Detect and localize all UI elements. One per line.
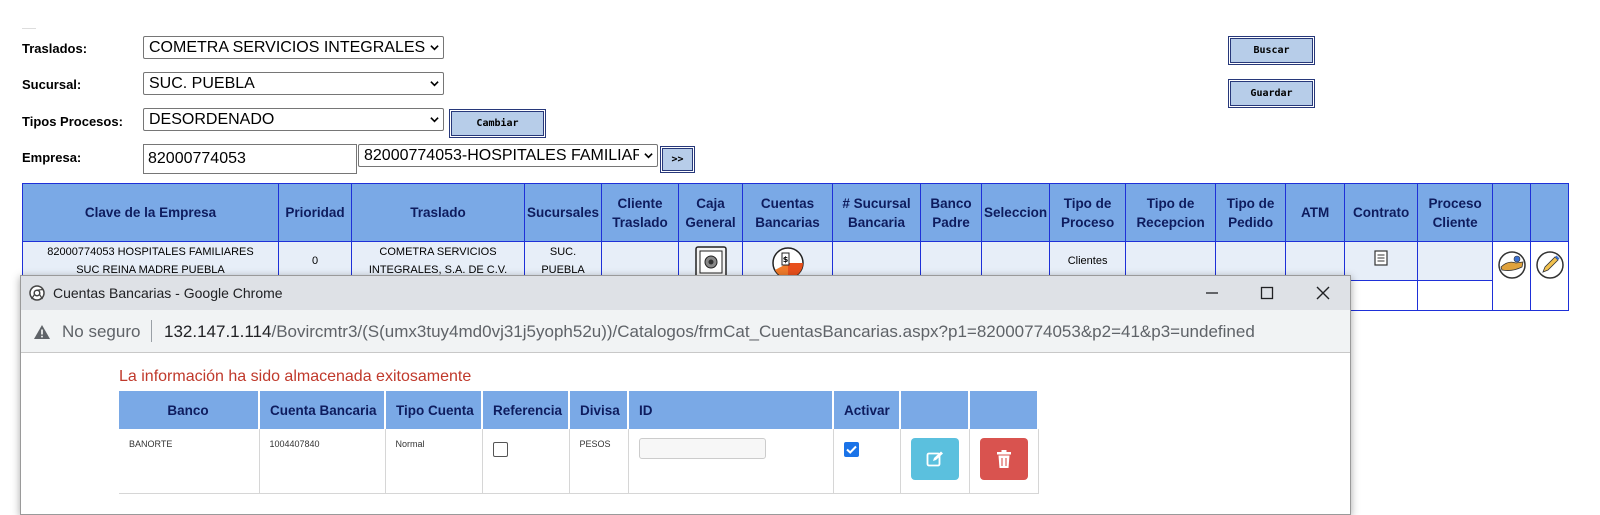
- traslados-select[interactable]: COMETRA SERVICIOS INTEGRALES: [143, 36, 444, 59]
- chevron-down-icon: [644, 153, 653, 159]
- cell-delete: [969, 429, 1039, 494]
- header-sucursales: Sucursales: [523, 183, 603, 242]
- cell-activar: [833, 429, 901, 494]
- cell-tipo: Normal: [385, 429, 483, 494]
- buscar-button[interactable]: Buscar: [1228, 36, 1315, 65]
- edit-pencil-icon[interactable]: [1534, 250, 1566, 280]
- header-tipo-pedido: Tipo de Pedido: [1215, 183, 1287, 242]
- empresa-input[interactable]: 82000774053: [143, 144, 357, 174]
- url-text[interactable]: 132.147.1.114/Bovircmtr3/(S(umx3tuy4md0v…: [164, 322, 1255, 342]
- close-icon[interactable]: [1316, 286, 1330, 300]
- go-button[interactable]: >>: [660, 146, 695, 173]
- cell-action-1[interactable]: [1492, 241, 1532, 311]
- header-proceso-cliente: Proceso Cliente: [1417, 183, 1494, 242]
- cell-cuenta: 1004407840: [259, 429, 386, 494]
- header-atm: ATM: [1285, 183, 1346, 242]
- popup-content: La información ha sido almacenada exitos…: [21, 354, 1350, 514]
- header-cuenta-bancaria: Cuenta Bancaria: [259, 391, 386, 429]
- header-tipo-proceso: Tipo de Proceso: [1049, 183, 1127, 242]
- header-tipo-cuenta: Tipo Cuenta: [385, 391, 483, 429]
- cuentas-bancarias-window: Cuentas Bancarias - Google Chrome No seg…: [20, 275, 1351, 515]
- security-label: No seguro: [62, 322, 141, 341]
- header-caja-general: Caja General: [678, 183, 744, 242]
- document-icon[interactable]: [1374, 250, 1388, 266]
- header-cliente-traslado: Cliente Traslado: [601, 183, 680, 242]
- activar-checkbox[interactable]: [843, 442, 859, 457]
- empresa-label: Empresa:: [22, 150, 82, 165]
- edit-button[interactable]: [910, 438, 959, 480]
- cell-action-2[interactable]: [1530, 241, 1570, 311]
- header-activar: Activar: [833, 391, 901, 429]
- empresa-select[interactable]: 82000774053-HOSPITALES FAMILIARES: [358, 144, 658, 167]
- header-tipo-recepcion: Tipo de Recepcion: [1125, 183, 1217, 242]
- tipos-procesos-label: Tipos Procesos:: [22, 114, 123, 129]
- header-id: ID: [628, 391, 834, 429]
- success-message: La información ha sido almacenada exitos…: [119, 368, 472, 385]
- trash-icon: [996, 450, 1011, 468]
- chevron-down-icon: [430, 81, 439, 87]
- cell-edit: [900, 429, 970, 494]
- cambiar-button[interactable]: Cambiar: [449, 109, 546, 138]
- header-referencia: Referencia: [482, 391, 570, 429]
- cell-divisa: PESOS: [569, 429, 629, 494]
- cell-contrato[interactable]: [1344, 241, 1419, 281]
- svg-text:$: $: [782, 255, 788, 264]
- edit-icon: [926, 451, 943, 467]
- id-input[interactable]: [638, 438, 766, 459]
- window-title: Cuentas Bancarias - Google Chrome: [53, 285, 283, 301]
- bank-accounts-table: Banco Cuenta Bancaria Tipo Cuenta Refere…: [119, 391, 1039, 494]
- cell-proceso-cliente: [1417, 241, 1494, 281]
- header-sucursal-bancaria: # Sucursal Bancaria: [832, 183, 922, 242]
- sucursal-label: Sucursal:: [22, 77, 82, 92]
- header-action-2: [1530, 183, 1570, 242]
- header-traslado: Traslado: [351, 183, 525, 242]
- guardar-button[interactable]: Guardar: [1228, 79, 1315, 108]
- sucursal-select[interactable]: SUC. PUEBLA: [143, 72, 444, 95]
- delete-button[interactable]: [979, 438, 1028, 480]
- window-titlebar: Cuentas Bancarias - Google Chrome: [21, 276, 1350, 310]
- warning-icon: [34, 325, 50, 339]
- address-separator: [151, 320, 152, 342]
- traslados-label: Traslados:: [22, 41, 88, 56]
- header-delete: [969, 391, 1039, 429]
- header-action-1: [1492, 183, 1532, 242]
- minimize-icon[interactable]: [1205, 286, 1219, 300]
- table-header-row: Clave de la Empresa Prioridad Traslado S…: [22, 183, 1570, 242]
- referencia-checkbox[interactable]: [492, 442, 508, 457]
- maximize-icon[interactable]: [1260, 286, 1274, 300]
- header-prioridad: Prioridad: [278, 183, 352, 242]
- top-divider: [22, 28, 36, 29]
- safe-icon[interactable]: [693, 245, 729, 279]
- chevron-down-icon: [430, 117, 439, 123]
- address-bar[interactable]: No seguro 132.147.1.114/Bovircmtr3/(S(um…: [21, 310, 1350, 353]
- cell-banco: BANORTE: [119, 429, 260, 494]
- header-cuentas-bancarias: Cuentas Bancarias: [742, 183, 834, 242]
- header-seleccion: Seleccion: [981, 183, 1051, 242]
- tipos-procesos-select[interactable]: DESORDENADO: [143, 108, 444, 131]
- table-row: BANORTE 1004407840 Normal PESOS: [119, 429, 1039, 494]
- cell-id: [628, 429, 834, 494]
- chevron-down-icon: [430, 45, 439, 51]
- bank-account-icon[interactable]: $: [770, 245, 806, 279]
- header-divisa: Divisa: [569, 391, 629, 429]
- cell-referencia: [482, 429, 570, 494]
- chrome-icon: [29, 285, 45, 301]
- bank-table-header: Banco Cuenta Bancaria Tipo Cuenta Refere…: [119, 391, 1039, 429]
- hand-coins-icon[interactable]: [1496, 250, 1528, 280]
- header-banco: Banco: [119, 391, 260, 429]
- header-edit: [900, 391, 970, 429]
- header-contrato: Contrato: [1344, 183, 1419, 242]
- header-clave: Clave de la Empresa: [22, 183, 279, 242]
- header-banco-padre: Banco Padre: [920, 183, 983, 242]
